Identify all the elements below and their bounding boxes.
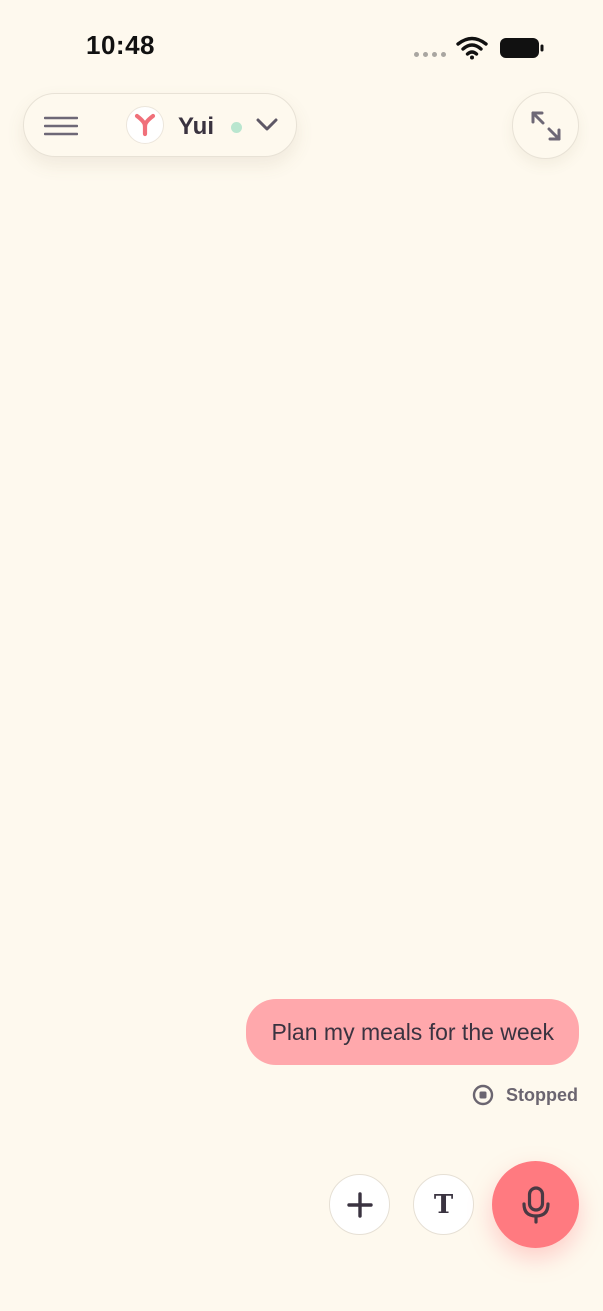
text-input-button[interactable]: T — [413, 1174, 474, 1235]
hamburger-icon[interactable] — [44, 116, 78, 136]
wifi-icon — [456, 36, 488, 60]
stop-icon — [472, 1084, 494, 1106]
cellular-signal-icon — [414, 52, 446, 57]
message-status: Stopped — [472, 1084, 578, 1106]
add-button[interactable] — [329, 1174, 390, 1235]
expand-arrows-icon — [531, 111, 560, 140]
microphone-icon — [521, 1185, 550, 1224]
battery-icon — [500, 38, 544, 58]
expand-button[interactable] — [512, 92, 579, 159]
text-icon: T — [433, 1189, 454, 1220]
chevron-down-icon[interactable] — [256, 117, 278, 133]
y-logo-icon — [134, 113, 156, 137]
user-message-bubble: Plan my meals for the week — [246, 999, 579, 1065]
status-time: 10:48 — [86, 30, 155, 60]
agent-name: Yui — [178, 113, 215, 140]
agent-avatar — [126, 106, 164, 144]
plus-icon — [346, 1191, 373, 1218]
status-bar: 10:48 — [0, 0, 603, 96]
message-status-label: Stopped — [506, 1084, 578, 1105]
agent-selector[interactable]: Yui — [23, 93, 297, 157]
microphone-button[interactable] — [492, 1161, 579, 1248]
online-status-dot — [231, 122, 242, 133]
